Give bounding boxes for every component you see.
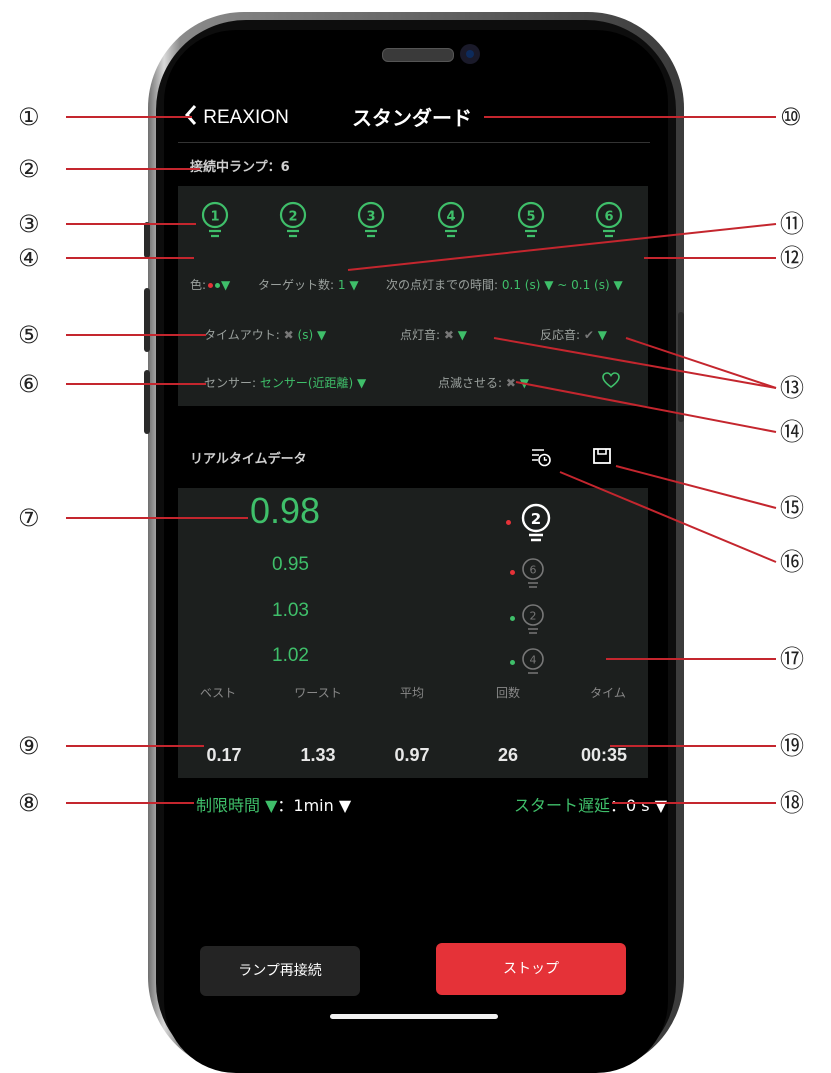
callout-4: ④ — [18, 244, 40, 272]
callout-12: ⑫ — [780, 244, 804, 272]
callout-16: ⑯ — [780, 548, 804, 576]
callout-6: ⑥ — [18, 370, 40, 398]
callout-3: ③ — [18, 210, 40, 238]
callout-19: ⑲ — [780, 732, 804, 760]
callout-5: ⑤ — [18, 321, 40, 349]
callout-17: ⑰ — [780, 645, 804, 673]
callout-15: ⑮ — [780, 494, 804, 522]
callout-8: ⑧ — [18, 789, 40, 817]
callout-lines — [66, 116, 777, 804]
callout-line — [493, 337, 777, 389]
callout-line — [615, 465, 777, 509]
callout-9: ⑨ — [18, 732, 40, 760]
callout-2: ② — [18, 155, 40, 183]
callout-14: ⑭ — [780, 418, 804, 446]
callout-line — [347, 223, 777, 271]
callout-line — [515, 381, 777, 433]
callout-18: ⑱ — [780, 789, 804, 817]
callout-13: ⑬ — [780, 374, 804, 402]
callout-11: ⑪ — [780, 210, 804, 238]
callout-7: ⑦ — [18, 504, 40, 532]
callout-line — [559, 471, 777, 563]
callout-1: ① — [18, 103, 40, 131]
callout-10: ⑩ — [780, 103, 802, 131]
callout-line — [625, 337, 777, 389]
